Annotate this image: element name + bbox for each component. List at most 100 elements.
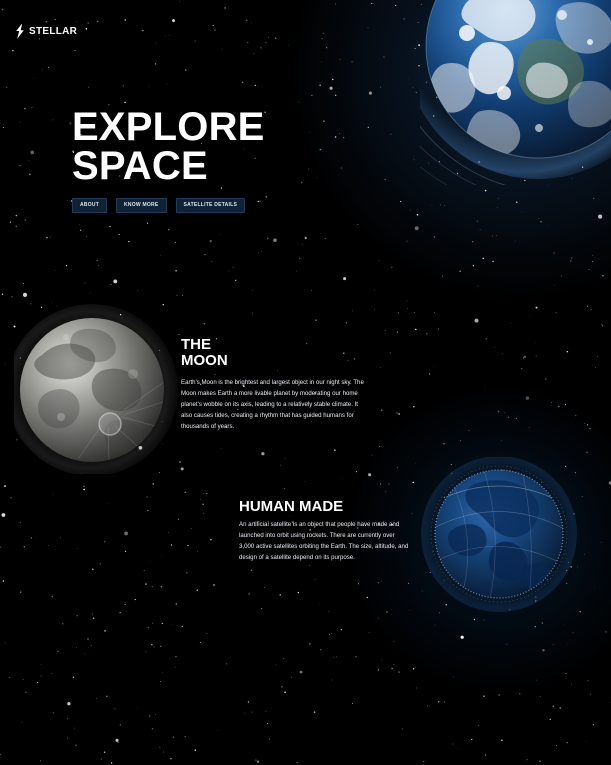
star: [515, 417, 517, 419]
star: [385, 491, 387, 493]
star: [65, 333, 67, 335]
star: [314, 579, 316, 580]
star: [323, 120, 325, 122]
star: [421, 590, 423, 592]
star: [181, 294, 183, 296]
star: [51, 673, 52, 674]
star: [412, 481, 415, 484]
star: [521, 480, 523, 481]
star: [609, 18, 611, 20]
star: [389, 352, 391, 354]
star: [186, 572, 188, 574]
star: [203, 513, 204, 514]
star: [160, 586, 163, 588]
star: [441, 21, 444, 24]
star: [381, 659, 383, 661]
star: [558, 514, 560, 516]
star: [545, 378, 547, 380]
star: [3, 485, 7, 488]
star: [92, 613, 93, 615]
star: [128, 240, 130, 243]
star: [595, 367, 596, 368]
star: [22, 678, 24, 681]
star: [155, 713, 157, 715]
star: [19, 165, 21, 167]
star: [589, 693, 591, 695]
star: [442, 275, 443, 277]
star: [339, 59, 341, 60]
star: [496, 235, 497, 237]
star: [45, 21, 47, 23]
about-button[interactable]: ABOUT: [72, 198, 108, 213]
star: [60, 408, 63, 411]
star: [1, 293, 4, 296]
star: [519, 126, 523, 130]
star: [196, 589, 198, 591]
star: [174, 666, 176, 668]
star: [473, 131, 475, 133]
star: [220, 448, 222, 450]
star: [414, 47, 416, 49]
star: [265, 41, 267, 44]
star: [478, 161, 480, 163]
star: [100, 319, 102, 322]
star: [459, 270, 461, 272]
star: [124, 101, 126, 104]
star: [417, 21, 419, 24]
star: [197, 551, 198, 552]
star: [79, 224, 80, 225]
star: [399, 200, 402, 203]
star: [434, 624, 436, 626]
know-more-button[interactable]: KNOW MORE: [116, 198, 167, 213]
star: [31, 409, 33, 411]
star: [204, 253, 206, 256]
star: [546, 579, 548, 581]
star: [423, 760, 425, 762]
star: [397, 312, 399, 314]
star: [338, 133, 340, 135]
star: [546, 225, 548, 227]
star: [477, 725, 479, 726]
star: [374, 289, 375, 291]
star: [267, 237, 269, 239]
star: [110, 434, 111, 436]
star: [340, 167, 342, 169]
star: [485, 754, 487, 756]
star: [598, 214, 603, 219]
star: [322, 32, 324, 34]
star: [357, 224, 359, 225]
star: [345, 322, 347, 324]
star: [85, 28, 88, 30]
star: [110, 382, 113, 384]
star: [558, 405, 560, 408]
star: [541, 622, 544, 624]
star: [212, 24, 214, 26]
star: [154, 418, 156, 420]
star: [565, 553, 567, 555]
star: [517, 499, 519, 501]
star: [316, 177, 318, 178]
star: [542, 571, 544, 573]
star: [170, 758, 172, 760]
star: [160, 645, 162, 647]
star: [305, 342, 308, 345]
star: [152, 622, 154, 624]
star: [500, 524, 502, 526]
star: [416, 214, 419, 216]
star: [2, 580, 5, 582]
satellite-details-button[interactable]: SATELLITE DETAILS: [175, 198, 246, 213]
star: [145, 651, 147, 653]
brand-logo[interactable]: STELLAR: [15, 24, 77, 39]
star: [477, 455, 479, 457]
star: [265, 196, 267, 198]
star: [162, 304, 164, 306]
star: [75, 647, 77, 648]
star: [252, 312, 254, 314]
star: [343, 352, 345, 354]
star: [76, 21, 78, 22]
star: [368, 631, 370, 633]
star: [574, 471, 577, 474]
star: [158, 471, 160, 473]
star: [277, 370, 278, 372]
star: [538, 218, 539, 219]
